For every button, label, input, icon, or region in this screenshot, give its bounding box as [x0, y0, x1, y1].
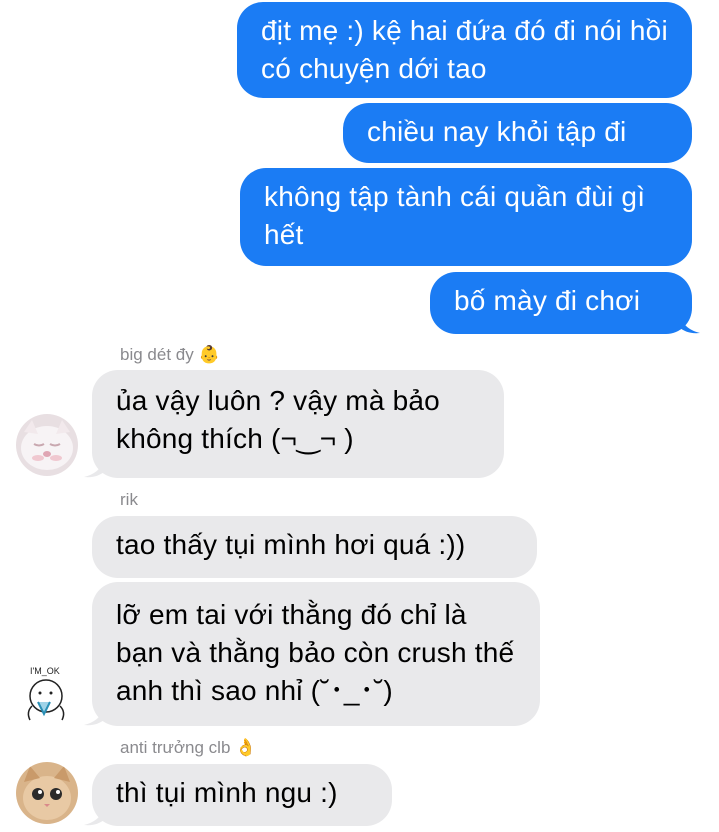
cat-avatar-icon[interactable]: [16, 414, 78, 476]
bubble-tail: [84, 458, 104, 478]
sender-name: anti trưởng clb 👌: [120, 738, 256, 758]
bubble-tail: [680, 314, 700, 334]
kitten-avatar-icon[interactable]: [16, 762, 78, 824]
incoming-message[interactable]: tao thấy tụi mình hơi quá :)): [92, 516, 537, 578]
message-text: chiều nay khỏi tập đi: [367, 116, 627, 147]
sender-name-text: anti trưởng clb: [120, 738, 231, 757]
svg-text:I'M_OK: I'M_OK: [30, 666, 60, 676]
outgoing-message[interactable]: chiều nay khỏi tập đi: [343, 103, 692, 163]
message-text: lỡ em tai với thằng đó chỉ là bạn và thằ…: [116, 599, 515, 706]
outgoing-message[interactable]: không tập tành cái quần đùi gì hết: [240, 168, 692, 266]
sender-name-text: big dét đy: [120, 345, 194, 364]
outgoing-message[interactable]: địt mẹ :) kệ hai đứa đó đi nói hồi có ch…: [237, 2, 692, 98]
sender-name-text: rik: [120, 490, 138, 509]
bubble-tail: [84, 806, 104, 826]
baby-emoji-icon: 👶: [198, 345, 220, 364]
bubble-tail: [84, 706, 104, 726]
message-text: thì tụi mình ngu :): [116, 777, 338, 808]
message-text: không tập tành cái quần đùi gì hết: [264, 181, 646, 250]
im-ok-sticker-avatar-icon[interactable]: I'M_OK: [16, 662, 78, 724]
incoming-message[interactable]: thì tụi mình ngu :): [92, 764, 392, 826]
message-text: tao thấy tụi mình hơi quá :)): [116, 529, 466, 560]
incoming-message[interactable]: ủa vậy luôn ? vậy mà bảo không thích (¬‿…: [92, 370, 504, 478]
message-text: địt mẹ :) kệ hai đứa đó đi nói hồi có ch…: [261, 15, 668, 84]
message-text: ủa vậy luôn ? vậy mà bảo không thích (¬‿…: [116, 385, 440, 454]
outgoing-message[interactable]: bố mày đi chơi: [430, 272, 692, 334]
sender-name: big dét đy 👶: [120, 345, 220, 365]
ok-hand-emoji-icon: 👌: [235, 738, 257, 757]
message-text: bố mày đi chơi: [454, 285, 641, 316]
incoming-message[interactable]: lỡ em tai với thằng đó chỉ là bạn và thằ…: [92, 582, 540, 726]
sender-name: rik: [120, 490, 138, 510]
